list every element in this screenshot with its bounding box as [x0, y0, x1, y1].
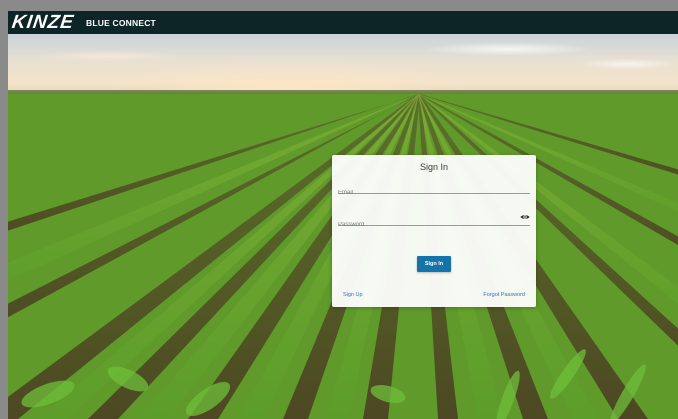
- email-field-wrap: [338, 181, 530, 198]
- signin-button[interactable]: Sign In: [417, 256, 451, 272]
- signin-card: Sign In Sign In Sign Up Forgot Password: [332, 155, 536, 307]
- signup-link[interactable]: Sign Up: [343, 292, 363, 298]
- sky: [8, 34, 678, 94]
- eye-icon[interactable]: [520, 213, 530, 221]
- kinze-logo: KINZE: [10, 12, 76, 33]
- password-field-wrap: [338, 213, 530, 230]
- forgot-password-link[interactable]: Forgot Password: [483, 292, 525, 298]
- email-field[interactable]: [338, 188, 530, 198]
- app-frame: KINZE BLUE CONNECT Sign In Email Sign In…: [8, 11, 678, 419]
- signin-title: Sign In: [419, 162, 449, 172]
- password-field[interactable]: [338, 220, 530, 230]
- top-bar: KINZE BLUE CONNECT: [8, 11, 678, 34]
- app-name: BLUE CONNECT: [86, 17, 156, 28]
